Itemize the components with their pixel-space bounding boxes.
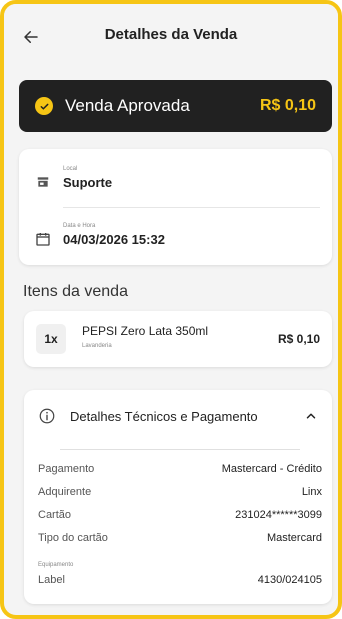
- detail-row-card: Cartão 231024******3099: [38, 509, 322, 521]
- items-section-title: Itens da venda: [23, 283, 128, 300]
- detail-row-acquirer: Adquirente Linx: [38, 486, 322, 498]
- details-toggle[interactable]: Detalhes Técnicos e Pagamento: [24, 390, 332, 442]
- page-title: Detalhes da Venda: [104, 26, 238, 43]
- datetime-value: 04/03/2026 15:32: [63, 231, 165, 247]
- app-header: Detalhes da Venda: [4, 4, 338, 70]
- list-item[interactable]: 1x PEPSI Zero Lata 350ml Lavanderia R$ 0…: [24, 311, 332, 367]
- app-frame: Detalhes da Venda Venda Aprovada R$ 0,10…: [0, 0, 342, 619]
- details-divider: [60, 449, 300, 450]
- info-divider: [63, 207, 320, 208]
- check-circle-icon: [35, 97, 53, 115]
- sale-info-card: Local Suporte Data e Hora 04/03/2026 15:…: [19, 149, 332, 265]
- item-quantity: 1x: [36, 324, 66, 354]
- detail-row-payment: Pagamento Mastercard - Crédito: [38, 463, 322, 475]
- detail-key: Pagamento: [38, 463, 95, 475]
- location-label: Local: [63, 166, 78, 172]
- datetime-label: Data e Hora: [63, 223, 96, 229]
- payment-details-card: Detalhes Técnicos e Pagamento Pagamento …: [24, 390, 332, 604]
- detail-row-equipment: Label 4130/024105: [38, 574, 322, 586]
- detail-value: Mastercard - Crédito: [221, 463, 322, 475]
- details-title: Detalhes Técnicos e Pagamento: [70, 408, 258, 424]
- status-label: Venda Aprovada: [65, 96, 190, 115]
- chevron-up-icon: [306, 413, 316, 419]
- sale-status-banner: Venda Aprovada R$ 0,10: [19, 80, 332, 132]
- item-price: R$ 0,10: [277, 332, 320, 346]
- store-icon: [35, 174, 51, 190]
- item-category: Lavanderia: [82, 343, 112, 349]
- detail-value: Linx: [301, 486, 322, 498]
- status-amount: R$ 0,10: [259, 97, 316, 114]
- location-value: Suporte: [63, 174, 113, 190]
- detail-key: Label: [38, 574, 65, 586]
- calendar-icon: [35, 231, 51, 247]
- info-icon: [39, 408, 55, 424]
- detail-value: Mastercard: [266, 532, 322, 544]
- detail-value: 231024******3099: [235, 509, 322, 521]
- detail-key: Tipo do cartão: [38, 532, 108, 544]
- location-row: Suporte: [35, 174, 112, 190]
- detail-value: 4130/024105: [257, 574, 322, 586]
- detail-key: Adquirente: [38, 486, 92, 498]
- equipment-label: Equipamento: [38, 562, 74, 568]
- item-name: PEPSI Zero Lata 350ml: [82, 324, 209, 338]
- datetime-row: 04/03/2026 15:32: [35, 231, 165, 247]
- detail-row-card-type: Tipo do cartão Mastercard: [38, 532, 322, 544]
- detail-key: Cartão: [38, 509, 72, 521]
